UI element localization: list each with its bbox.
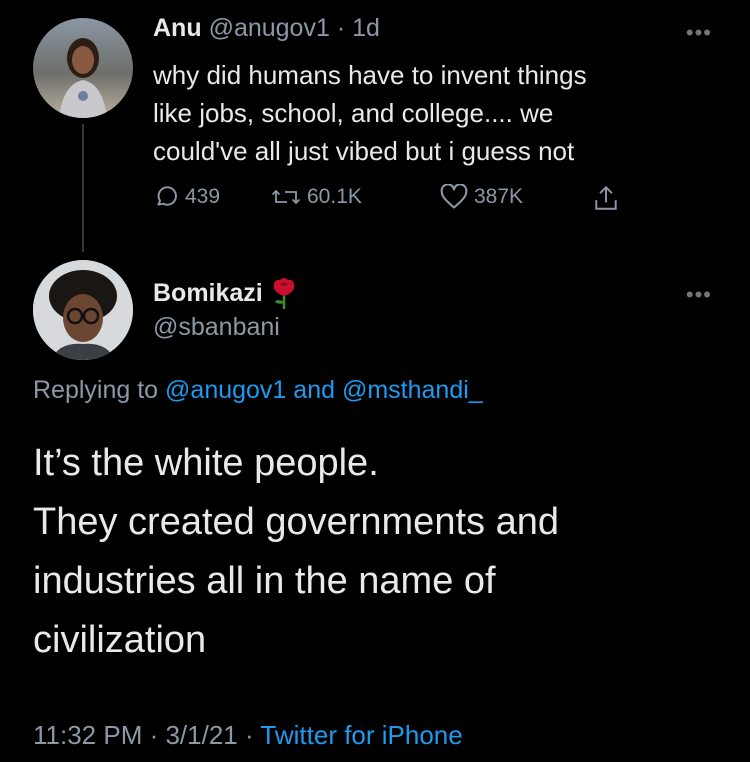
- share-icon: [595, 185, 617, 210]
- footer-sep: ·: [142, 720, 166, 750]
- avatar-anu-image: [59, 38, 107, 118]
- like-count: 387K: [474, 185, 524, 208]
- reply-text-line: industries all in the name of: [33, 560, 496, 602]
- tweet-text: why did humans have to invent things lik…: [153, 56, 693, 170]
- original-tweet: Anu @anugov1 · 1d ••• why did humans hav…: [0, 0, 750, 252]
- tweet-header: Anu @anugov1 · 1d: [153, 14, 380, 43]
- reply-author-name[interactable]: Bomikazi: [153, 276, 299, 310]
- avatar-bomikazi-image: [33, 260, 133, 360]
- replying-to: Replying to @anugov1 and @msthandi_: [33, 376, 483, 405]
- replying-prefix: Replying to: [33, 376, 166, 404]
- tweet-time[interactable]: 11:32 PM: [33, 720, 142, 750]
- reply-button[interactable]: 439: [153, 184, 220, 210]
- more-icon[interactable]: •••: [686, 20, 712, 46]
- separator: ·: [336, 14, 346, 42]
- reply-text: It’s the white people. They created gove…: [33, 434, 723, 670]
- tweet-source[interactable]: Twitter for iPhone: [260, 720, 462, 750]
- replying-and: and: [286, 376, 342, 404]
- reply-author-name-text: Bomikazi: [153, 278, 263, 307]
- avatar-anu[interactable]: [33, 18, 133, 118]
- reply-text-line: civilization: [33, 619, 207, 661]
- avatar-bomikazi[interactable]: [33, 260, 133, 360]
- author-handle[interactable]: @anugov1: [209, 14, 330, 42]
- reply-text-line: They created governments and: [33, 501, 559, 543]
- tweet-text-line: why did humans have to invent things: [153, 60, 587, 90]
- tweet-text-line: like jobs, school, and college.... we: [153, 98, 554, 128]
- tweet-age[interactable]: 1d: [352, 14, 380, 42]
- author-name[interactable]: Anu: [153, 14, 202, 42]
- tweet-footer: 11:32 PM · 3/1/21 · Twitter for iPhone: [33, 720, 463, 751]
- retweet-icon: [271, 189, 301, 205]
- reply-icon: [157, 186, 177, 206]
- retweet-count: 60.1K: [307, 185, 362, 208]
- reply-count: 439: [185, 185, 221, 208]
- reply-text-line: It’s the white people.: [33, 442, 379, 484]
- reply-more-icon[interactable]: •••: [686, 282, 712, 308]
- tweet-text-line: could've all just vibed but i guess not: [153, 136, 575, 166]
- tweet-date[interactable]: 3/1/21: [165, 720, 237, 750]
- mention-msthandi[interactable]: @msthandi_: [342, 376, 483, 404]
- share-button[interactable]: [593, 184, 625, 212]
- mention-anugov1[interactable]: @anugov1: [165, 376, 286, 404]
- heart-icon: [440, 184, 468, 209]
- retweet-button[interactable]: 60.1K: [271, 184, 362, 210]
- like-button[interactable]: 387K: [440, 184, 523, 210]
- footer-sep: ·: [237, 720, 261, 750]
- rose-emoji: [273, 278, 295, 309]
- reply-author-handle[interactable]: @sbanbani: [153, 313, 280, 342]
- thread-line: [82, 124, 84, 252]
- tweet-actions: 439 60.1K 387K: [153, 184, 653, 218]
